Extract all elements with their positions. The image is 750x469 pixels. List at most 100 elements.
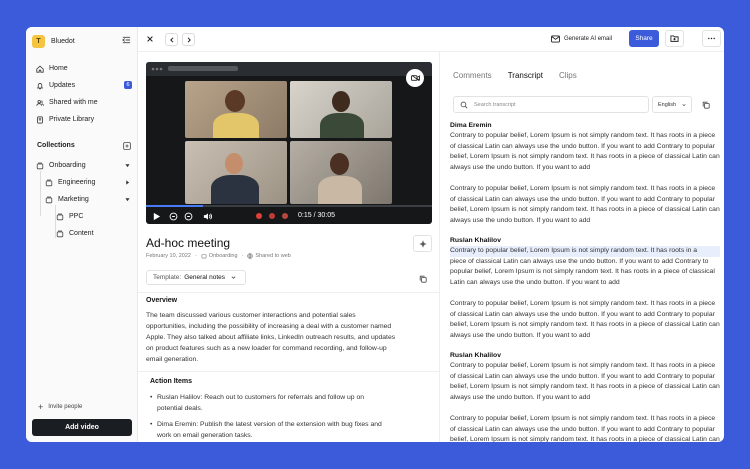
action-item: Dima Eremin: Publish the latest version … [150, 419, 390, 441]
add-video-button[interactable]: Add video [32, 419, 132, 436]
speaker-name: Ruslan Khalilov [450, 237, 501, 244]
tab-transcript[interactable]: Transcript [508, 71, 543, 80]
divider [138, 371, 439, 372]
meeting-title: Ad-hoc meeting [146, 236, 231, 250]
chevron-down-icon[interactable] [125, 163, 130, 168]
sidebar-nav: Home Updates 6 Shared with me Private Li… [32, 60, 134, 128]
window-dots-icon [151, 67, 163, 71]
video-progress-bar[interactable] [146, 205, 432, 207]
sidebar-item-shared[interactable]: Shared with me [32, 94, 134, 111]
tab-comments[interactable]: Comments [453, 71, 492, 80]
collection-item-onboarding[interactable]: Onboarding [32, 157, 134, 174]
invite-people-button[interactable]: + Invite people [38, 402, 82, 412]
template-value: General notes [184, 274, 226, 281]
meta-separator: · [241, 253, 244, 259]
next-button[interactable] [182, 33, 195, 46]
play-button[interactable] [151, 211, 161, 221]
recorded-browser-bar [146, 62, 432, 76]
overview-heading: Overview [146, 297, 178, 304]
volume-icon [203, 212, 212, 220]
collection-label: Content [69, 230, 94, 237]
tab-clips[interactable]: Clips [559, 71, 577, 80]
speaker-name: Dima Eremin [450, 122, 492, 129]
globe-icon [247, 253, 254, 259]
transcript-paragraph[interactable]: Contrary to popular belief, Lorem Ipsum … [450, 414, 720, 442]
sidebar-item-label: Updates [49, 82, 76, 89]
collection-item-engineering[interactable]: Engineering [32, 174, 134, 191]
action-items-heading: Action Items [150, 378, 193, 385]
grid-icon [419, 240, 426, 247]
move-to-folder-button[interactable] [665, 30, 684, 47]
collection-item-ppc[interactable]: PPC [32, 208, 134, 225]
panel-tabs: Comments Transcript Clips [453, 71, 593, 80]
transcript-paragraph[interactable]: Contrary to popular belief, Lorem Ipsum … [450, 184, 720, 226]
collapse-sidebar-icon[interactable] [122, 36, 131, 44]
close-icon[interactable] [146, 35, 154, 43]
sidebar-item-home[interactable]: Home [32, 60, 134, 77]
transcript-panel: Comments Transcript Clips English Dima E… [441, 52, 724, 442]
camera-toggle-button[interactable] [406, 69, 424, 87]
video-timestamp: 0:15 / 30:05 [298, 212, 335, 219]
participant-tile [290, 81, 392, 138]
collection-label: PPC [69, 213, 84, 220]
transcript-paragraph[interactable]: piece of classical Latin can always use … [450, 257, 720, 289]
copy-transcript-button[interactable] [697, 96, 714, 113]
transcript-paragraph-highlighted[interactable]: Contrary to popular belief, Lorem Ipsum … [450, 246, 720, 257]
topbar: Generate AI email Share [138, 27, 724, 52]
collections-tree: Onboarding Engineering Marketing PPC Con… [32, 157, 134, 242]
meeting-collection[interactable]: Onboarding [209, 253, 238, 259]
stack-icon [56, 230, 64, 237]
meeting-share-status: Shared to web [255, 253, 291, 259]
chevron-right-icon [187, 36, 191, 43]
layout-button[interactable] [413, 235, 432, 252]
app-window: T Bluedot Home Updates 6 Shared with me … [26, 27, 724, 442]
home-icon [36, 65, 44, 73]
rewind-icon [169, 212, 177, 220]
meta-separator: · [194, 253, 197, 259]
collections-heading: Collections [37, 142, 75, 149]
more-options-button[interactable] [702, 30, 721, 47]
recording-marker [269, 213, 275, 219]
recorded-url-field [168, 66, 238, 71]
copy-icon [702, 101, 710, 109]
chevron-right-icon[interactable] [125, 180, 130, 185]
workspace-switcher[interactable]: T Bluedot [32, 34, 75, 48]
sidebar-item-label: Home [49, 65, 68, 72]
generate-ai-email-button[interactable]: Generate AI email [551, 35, 612, 43]
forward-button[interactable] [183, 211, 193, 221]
stack-icon [36, 162, 44, 169]
transcript-paragraph[interactable]: Contrary to popular belief, Lorem Ipsum … [450, 361, 720, 403]
plus-icon: + [38, 402, 44, 412]
transcript-search[interactable] [453, 96, 649, 113]
transcript-paragraph[interactable]: Contrary to popular belief, Lorem Ipsum … [450, 299, 720, 341]
sidebar-item-private-library[interactable]: Private Library [32, 111, 134, 128]
video-player[interactable]: 0:15 / 30:05 [146, 62, 432, 224]
volume-button[interactable] [202, 211, 212, 221]
share-button[interactable]: Share [629, 30, 659, 47]
sidebar-item-updates[interactable]: Updates 6 [32, 77, 134, 94]
collection-item-marketing[interactable]: Marketing [32, 191, 134, 208]
rewind-button[interactable] [168, 211, 178, 221]
folder-icon [670, 35, 679, 42]
meeting-date: February 10, 2022 [146, 253, 191, 259]
divider [138, 292, 439, 293]
meeting-panel: 0:15 / 30:05 Ad-hoc meeting February 10,… [138, 52, 440, 442]
overview-text: The team discussed various customer inte… [146, 312, 396, 363]
copy-notes-button[interactable] [413, 270, 432, 287]
sidebar-item-label: Shared with me [49, 99, 98, 106]
recording-marker [282, 213, 288, 219]
template-select[interactable]: Template: General notes [146, 270, 246, 285]
template-prefix: Template: [153, 274, 182, 281]
previous-button[interactable] [165, 33, 178, 46]
participant-tile [185, 141, 287, 204]
transcript-paragraph[interactable]: Contrary to popular belief, Lorem Ipsum … [450, 131, 720, 173]
add-collection-icon[interactable] [123, 142, 131, 150]
chevron-down-icon [682, 103, 686, 106]
chevron-left-icon [169, 36, 173, 43]
search-input[interactable] [474, 101, 634, 108]
collection-item-content[interactable]: Content [32, 225, 134, 242]
collection-label: Marketing [58, 196, 89, 203]
bell-icon [36, 82, 44, 89]
chevron-down-icon[interactable] [125, 197, 130, 202]
language-select[interactable]: English [652, 96, 692, 113]
